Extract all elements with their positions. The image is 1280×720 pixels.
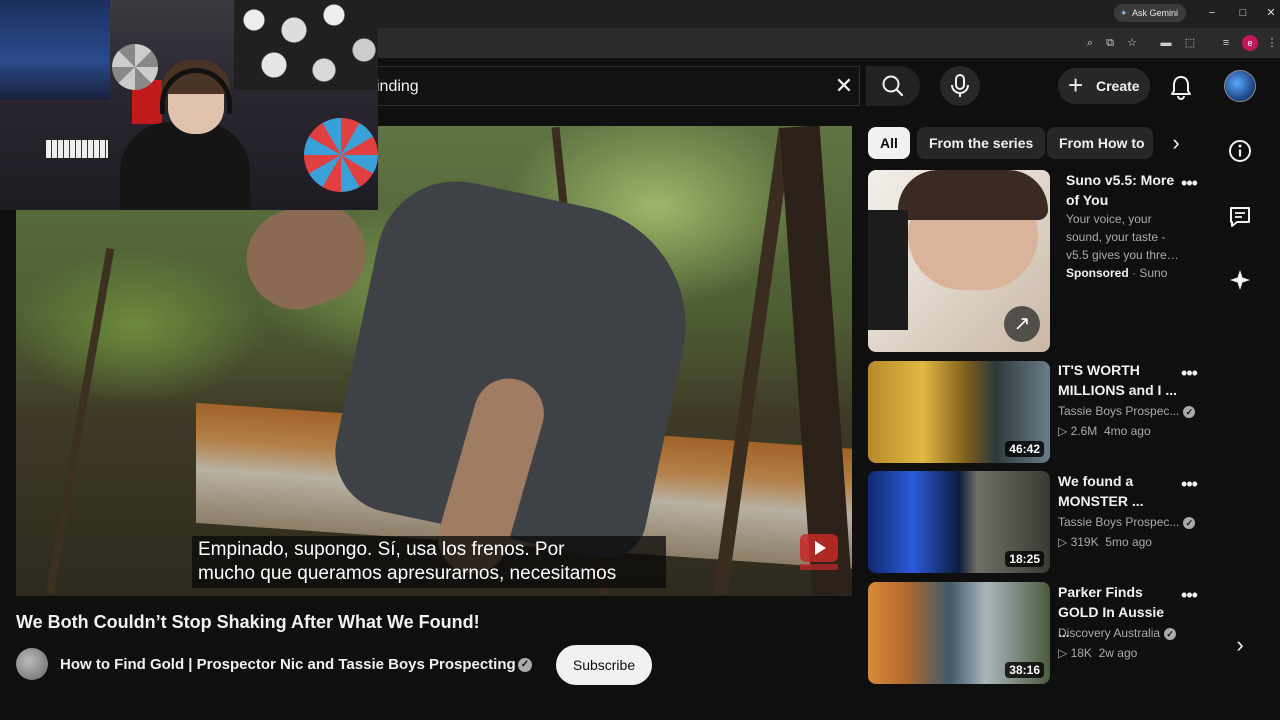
video-meta: ▷ 18K 2w ago bbox=[1058, 646, 1137, 660]
video-title: We Both Couldn’t Stop Shaking After What… bbox=[16, 612, 480, 632]
chips-next-arrow-icon[interactable]: › bbox=[1160, 127, 1192, 159]
more-actions-icon[interactable]: ••• bbox=[1178, 586, 1200, 608]
sponsored-label: Sponsored bbox=[1066, 266, 1129, 280]
ad-thumbnail[interactable]: ↗ bbox=[868, 170, 1050, 352]
extension-icon[interactable]: ▬ bbox=[1158, 35, 1174, 51]
ask-ai-button[interactable] bbox=[1226, 266, 1254, 294]
search-input[interactable] bbox=[360, 66, 860, 106]
zoom-icon[interactable]: ⌕ bbox=[1082, 35, 1098, 51]
view-count: 319K bbox=[1070, 535, 1099, 549]
notifications-button[interactable] bbox=[1166, 72, 1196, 102]
verified-badge-icon: ✓ bbox=[1183, 516, 1196, 529]
subtitle-line: mucho que queramos apresurarnos, necesit… bbox=[198, 563, 617, 584]
microphone-icon bbox=[951, 74, 969, 97]
clear-search-button[interactable]: ✕ bbox=[832, 73, 856, 99]
video-duration: 46:42 bbox=[1005, 441, 1044, 457]
subtitle-line: Empinado, supongo. Sí, usa los frenos. P… bbox=[198, 539, 565, 560]
overlay-wall-collage bbox=[234, 0, 378, 90]
extensions-puzzle-icon[interactable]: ⬚ bbox=[1182, 35, 1198, 51]
video-title-link[interactable]: IT'S WORTH MILLIONS and I ... bbox=[1058, 360, 1178, 400]
search-icon bbox=[882, 75, 904, 97]
play-icon: ▷ bbox=[1058, 646, 1068, 660]
video-title-link[interactable]: We found a MONSTER ... bbox=[1058, 471, 1178, 511]
chat-button[interactable] bbox=[1226, 203, 1254, 231]
info-icon bbox=[1229, 140, 1251, 162]
restore-button[interactable]: □ bbox=[1231, 4, 1255, 22]
chip-from-how-to[interactable]: From How to bbox=[1047, 127, 1153, 159]
youtube-logo-icon bbox=[800, 534, 838, 570]
overlay-keyboard bbox=[44, 138, 110, 160]
minimize-button[interactable]: − bbox=[1200, 4, 1224, 22]
more-actions-icon[interactable]: ••• bbox=[1178, 174, 1200, 196]
verified-badge-icon: ✓ bbox=[518, 658, 532, 672]
bell-icon bbox=[1171, 76, 1191, 100]
overlay-prize-wheel bbox=[304, 118, 378, 192]
bookmark-star-icon[interactable]: ☆ bbox=[1124, 35, 1140, 51]
voice-search-button[interactable] bbox=[940, 66, 980, 106]
create-label: Create bbox=[1096, 78, 1140, 94]
subscribe-button[interactable]: Subscribe bbox=[556, 645, 652, 685]
channel-name-link[interactable]: How to Find Gold | Prospector Nic and Ta… bbox=[60, 656, 516, 673]
chat-icon bbox=[1230, 207, 1250, 227]
video-thumbnail[interactable]: 46:42 bbox=[868, 361, 1050, 463]
info-button[interactable] bbox=[1226, 137, 1254, 165]
verified-badge-icon: ✓ bbox=[1164, 627, 1177, 640]
upload-age: 4mo ago bbox=[1103, 424, 1151, 438]
video-meta: ▷ 319K 5mo ago bbox=[1058, 535, 1152, 549]
subscribe-watermark[interactable] bbox=[798, 532, 840, 572]
chevron-right-icon[interactable]: › bbox=[1228, 632, 1252, 658]
browser-menu-icon[interactable]: ⋮ bbox=[1266, 35, 1278, 51]
video-frame-trunk bbox=[45, 247, 115, 595]
more-actions-icon[interactable]: ••• bbox=[1178, 364, 1200, 386]
search-query-text: inding bbox=[376, 78, 419, 95]
chip-all[interactable]: All bbox=[868, 127, 910, 159]
video-duration: 38:16 bbox=[1005, 662, 1044, 678]
channel-avatar[interactable] bbox=[16, 648, 48, 680]
channel-name[interactable]: Tassie Boys Prospec... ✓ bbox=[1058, 404, 1196, 418]
create-button[interactable]: + Create bbox=[1058, 68, 1150, 104]
channel-name[interactable]: Tassie Boys Prospec... ✓ bbox=[1058, 515, 1196, 529]
upload-age: 5mo ago bbox=[1105, 535, 1152, 549]
video-thumbnail[interactable]: 38:16 bbox=[868, 582, 1050, 684]
video-thumbnail[interactable]: 18:25 bbox=[868, 471, 1050, 573]
streamer-webcam-overlay bbox=[0, 0, 378, 210]
profile-avatar[interactable]: e bbox=[1242, 35, 1258, 51]
ad-thumbnail-mic bbox=[868, 210, 908, 330]
media-controls-icon[interactable]: ≡ bbox=[1218, 35, 1234, 51]
ad-sponsor-line: Sponsored · Suno bbox=[1066, 266, 1168, 280]
view-count: 18K bbox=[1070, 646, 1092, 660]
video-meta: ▷ 2.6M 4mo ago bbox=[1058, 424, 1151, 438]
overlay-wall-art bbox=[0, 0, 110, 100]
channel-name[interactable]: Discovery Australia ✓ bbox=[1058, 626, 1177, 640]
overlay-streamer-body bbox=[120, 122, 250, 210]
ad-thumbnail-hair bbox=[898, 170, 1048, 220]
install-icon[interactable]: ⧉ bbox=[1102, 35, 1118, 51]
more-actions-icon[interactable]: ••• bbox=[1178, 475, 1200, 497]
search-button[interactable] bbox=[866, 66, 920, 106]
external-link-icon[interactable]: ↗ bbox=[1004, 306, 1040, 342]
play-icon: ▷ bbox=[1058, 424, 1068, 438]
account-avatar[interactable] bbox=[1224, 70, 1256, 102]
advertiser-name: Suno bbox=[1139, 266, 1168, 280]
video-subtitles: Empinado, supongo. Sí, usa los frenos. P… bbox=[192, 536, 666, 588]
verified-badge-icon: ✓ bbox=[1183, 405, 1196, 418]
ad-title[interactable]: Suno v5.5: More of You bbox=[1066, 170, 1186, 210]
close-window-button[interactable]: ✕ bbox=[1262, 4, 1280, 22]
chip-from-the-series[interactable]: From the series bbox=[917, 127, 1046, 159]
play-icon: ▷ bbox=[1058, 535, 1068, 549]
sparkle-icon bbox=[1230, 270, 1250, 290]
plus-icon: + bbox=[1068, 70, 1084, 100]
ask-gemini-button[interactable]: Ask Gemini bbox=[1114, 4, 1187, 22]
ad-description: Your voice, your sound, your taste - v5.… bbox=[1066, 212, 1179, 262]
video-duration: 18:25 bbox=[1005, 551, 1044, 567]
upload-age: 2w ago bbox=[1098, 646, 1138, 660]
overlay-spinner-wheel bbox=[112, 44, 158, 90]
view-count: 2.6M bbox=[1070, 424, 1098, 438]
